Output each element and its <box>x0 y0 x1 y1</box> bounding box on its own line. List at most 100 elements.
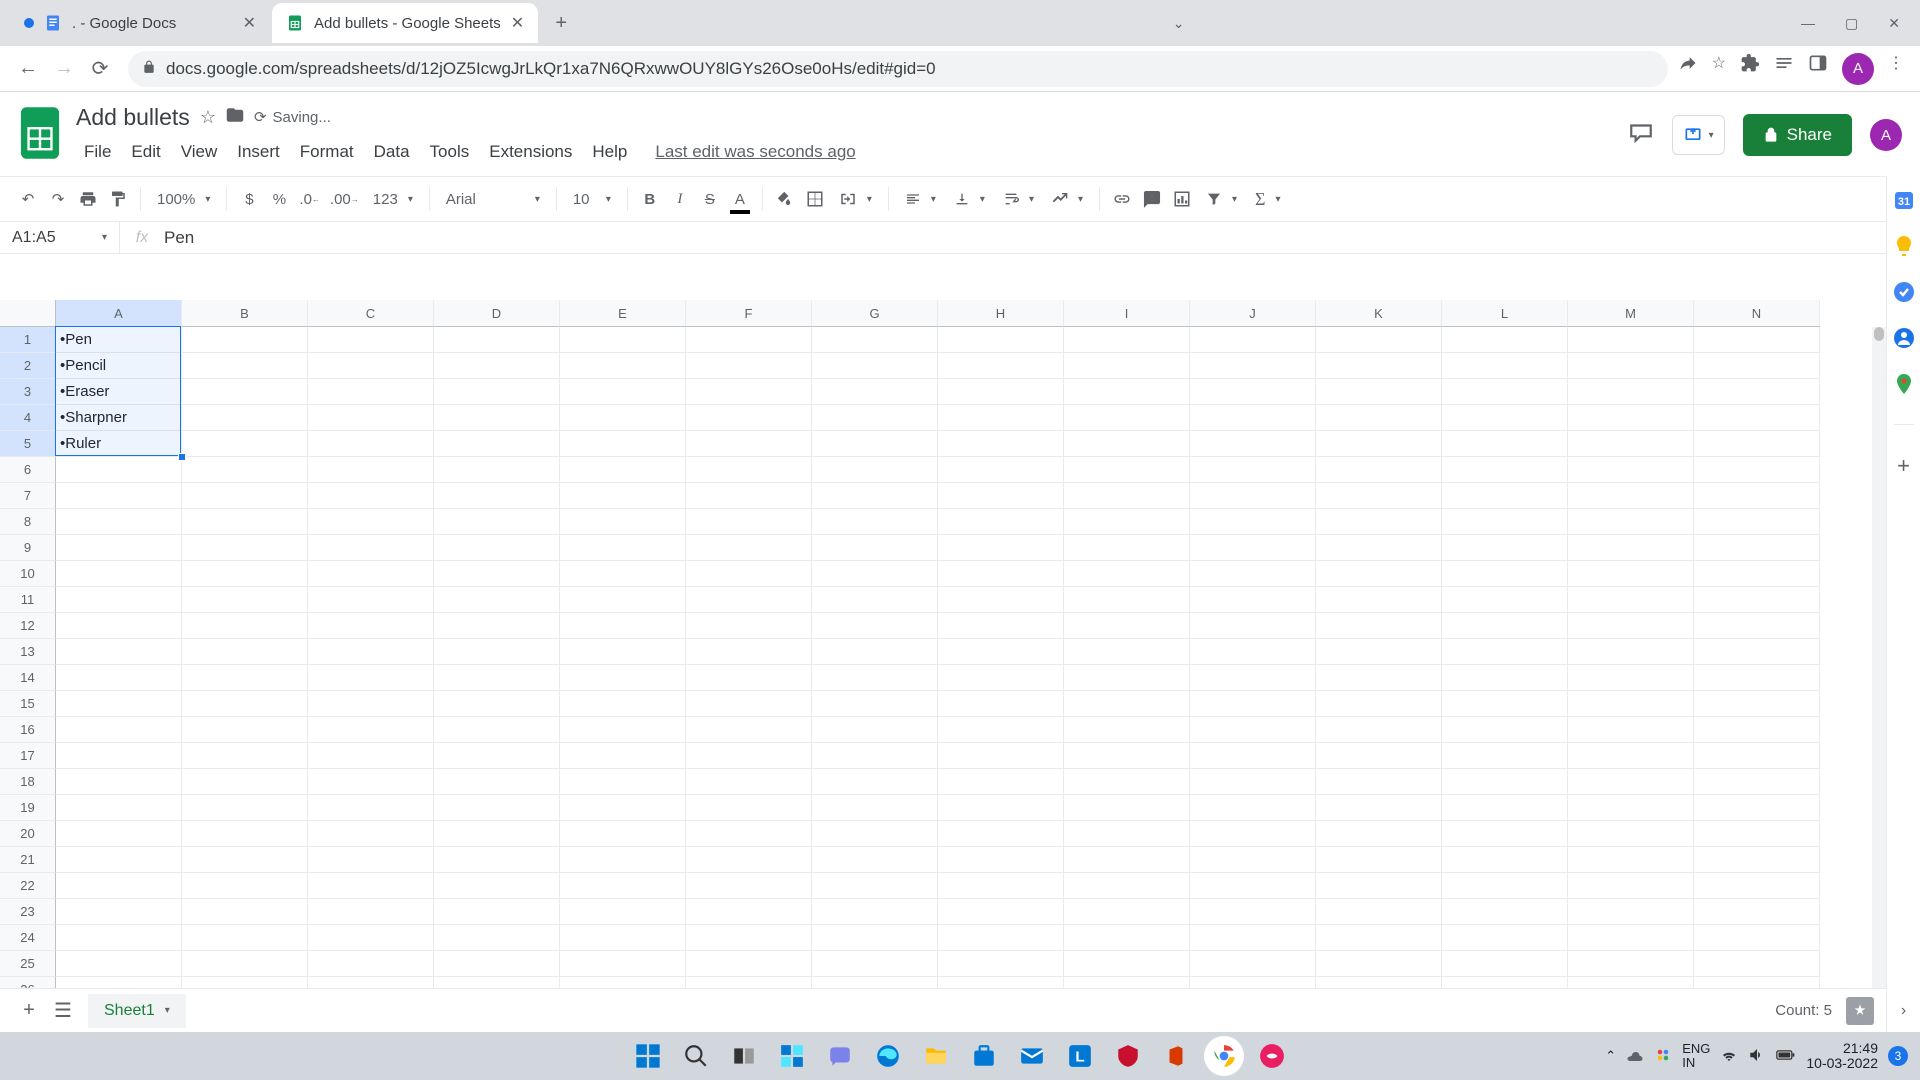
cell[interactable] <box>56 587 182 613</box>
onedrive-icon[interactable] <box>1626 1046 1644 1067</box>
chrome-button[interactable] <box>1204 1036 1244 1076</box>
cell[interactable] <box>812 769 938 795</box>
cell[interactable] <box>812 561 938 587</box>
cell[interactable] <box>308 327 434 353</box>
cell[interactable] <box>938 587 1064 613</box>
cell[interactable] <box>1190 327 1316 353</box>
cell[interactable] <box>560 405 686 431</box>
cell[interactable] <box>560 483 686 509</box>
tray-app-icon[interactable] <box>1654 1046 1672 1067</box>
menu-file[interactable]: File <box>76 138 119 166</box>
cell[interactable] <box>56 535 182 561</box>
select-all-corner[interactable] <box>0 300 56 327</box>
cell[interactable] <box>812 873 938 899</box>
decrease-decimal-button[interactable]: .0← <box>295 184 324 214</box>
cell[interactable] <box>1064 639 1190 665</box>
cell[interactable] <box>1190 691 1316 717</box>
cell[interactable] <box>1568 509 1694 535</box>
maximize-button[interactable]: ▢ <box>1845 15 1858 32</box>
cell[interactable] <box>812 717 938 743</box>
cell[interactable] <box>938 691 1064 717</box>
cell[interactable] <box>1064 431 1190 457</box>
cell[interactable] <box>434 691 560 717</box>
cell[interactable] <box>1064 925 1190 951</box>
cell[interactable] <box>560 951 686 977</box>
cell[interactable] <box>1190 353 1316 379</box>
cell[interactable] <box>434 665 560 691</box>
cell[interactable] <box>308 821 434 847</box>
cell[interactable] <box>938 665 1064 691</box>
cell[interactable] <box>938 613 1064 639</box>
cell[interactable] <box>56 483 182 509</box>
cell[interactable] <box>686 795 812 821</box>
cell[interactable] <box>812 457 938 483</box>
italic-button[interactable]: I <box>666 184 694 214</box>
merge-button[interactable]: ▾ <box>831 190 880 208</box>
cell[interactable] <box>686 665 812 691</box>
cell[interactable] <box>1442 587 1568 613</box>
cell[interactable] <box>1190 457 1316 483</box>
cell[interactable] <box>938 457 1064 483</box>
row-header[interactable]: 15 <box>0 691 56 717</box>
cell[interactable] <box>1064 509 1190 535</box>
cell[interactable] <box>1190 925 1316 951</box>
cell[interactable] <box>938 535 1064 561</box>
mail-button[interactable] <box>1012 1036 1052 1076</box>
selection-handle[interactable] <box>178 453 186 461</box>
cell[interactable] <box>938 743 1064 769</box>
cell[interactable] <box>938 431 1064 457</box>
cell[interactable] <box>1316 353 1442 379</box>
cell[interactable] <box>1064 847 1190 873</box>
cell[interactable] <box>182 509 308 535</box>
cell[interactable] <box>308 587 434 613</box>
cell[interactable] <box>1442 561 1568 587</box>
cell[interactable] <box>1064 405 1190 431</box>
cell[interactable] <box>812 691 938 717</box>
cell[interactable]: •Pen <box>56 327 182 353</box>
cell[interactable] <box>1442 509 1568 535</box>
rotate-button[interactable]: ▾ <box>1044 191 1091 207</box>
cell[interactable] <box>1694 951 1820 977</box>
cell[interactable] <box>812 613 938 639</box>
cell[interactable] <box>434 899 560 925</box>
cell[interactable] <box>1064 379 1190 405</box>
column-header[interactable]: A <box>56 300 182 327</box>
chat-button[interactable] <box>820 1036 860 1076</box>
cell[interactable] <box>1064 327 1190 353</box>
reload-button[interactable]: ⟳ <box>82 51 118 87</box>
cell[interactable] <box>812 925 938 951</box>
row-header[interactable]: 11 <box>0 587 56 613</box>
cell[interactable] <box>182 457 308 483</box>
cell[interactable] <box>812 379 938 405</box>
column-header[interactable]: J <box>1190 300 1316 327</box>
cell[interactable] <box>686 587 812 613</box>
cell[interactable]: •Ruler <box>56 431 182 457</box>
cell[interactable] <box>1064 587 1190 613</box>
cell[interactable] <box>686 613 812 639</box>
cell[interactable] <box>1694 535 1820 561</box>
cell[interactable] <box>308 795 434 821</box>
cell[interactable] <box>1316 873 1442 899</box>
cell[interactable] <box>812 483 938 509</box>
cell[interactable] <box>182 483 308 509</box>
cell[interactable] <box>1316 535 1442 561</box>
cell[interactable] <box>1064 561 1190 587</box>
cell[interactable] <box>182 769 308 795</box>
redo-button[interactable]: ↷ <box>44 184 72 214</box>
font-family-select[interactable]: Arial▾ <box>438 191 548 208</box>
cell[interactable] <box>308 639 434 665</box>
cell[interactable] <box>1568 483 1694 509</box>
cell[interactable] <box>56 691 182 717</box>
chrome-menu-icon[interactable]: ⋮ <box>1888 53 1904 85</box>
cell[interactable] <box>1442 873 1568 899</box>
wifi-icon[interactable] <box>1720 1046 1738 1067</box>
cell[interactable] <box>560 561 686 587</box>
cell[interactable] <box>1190 587 1316 613</box>
cell[interactable] <box>1442 925 1568 951</box>
cell[interactable] <box>686 691 812 717</box>
cell[interactable] <box>1190 795 1316 821</box>
volume-icon[interactable] <box>1748 1046 1766 1067</box>
currency-button[interactable]: $ <box>235 184 263 214</box>
cell[interactable] <box>1694 405 1820 431</box>
cell[interactable] <box>560 535 686 561</box>
